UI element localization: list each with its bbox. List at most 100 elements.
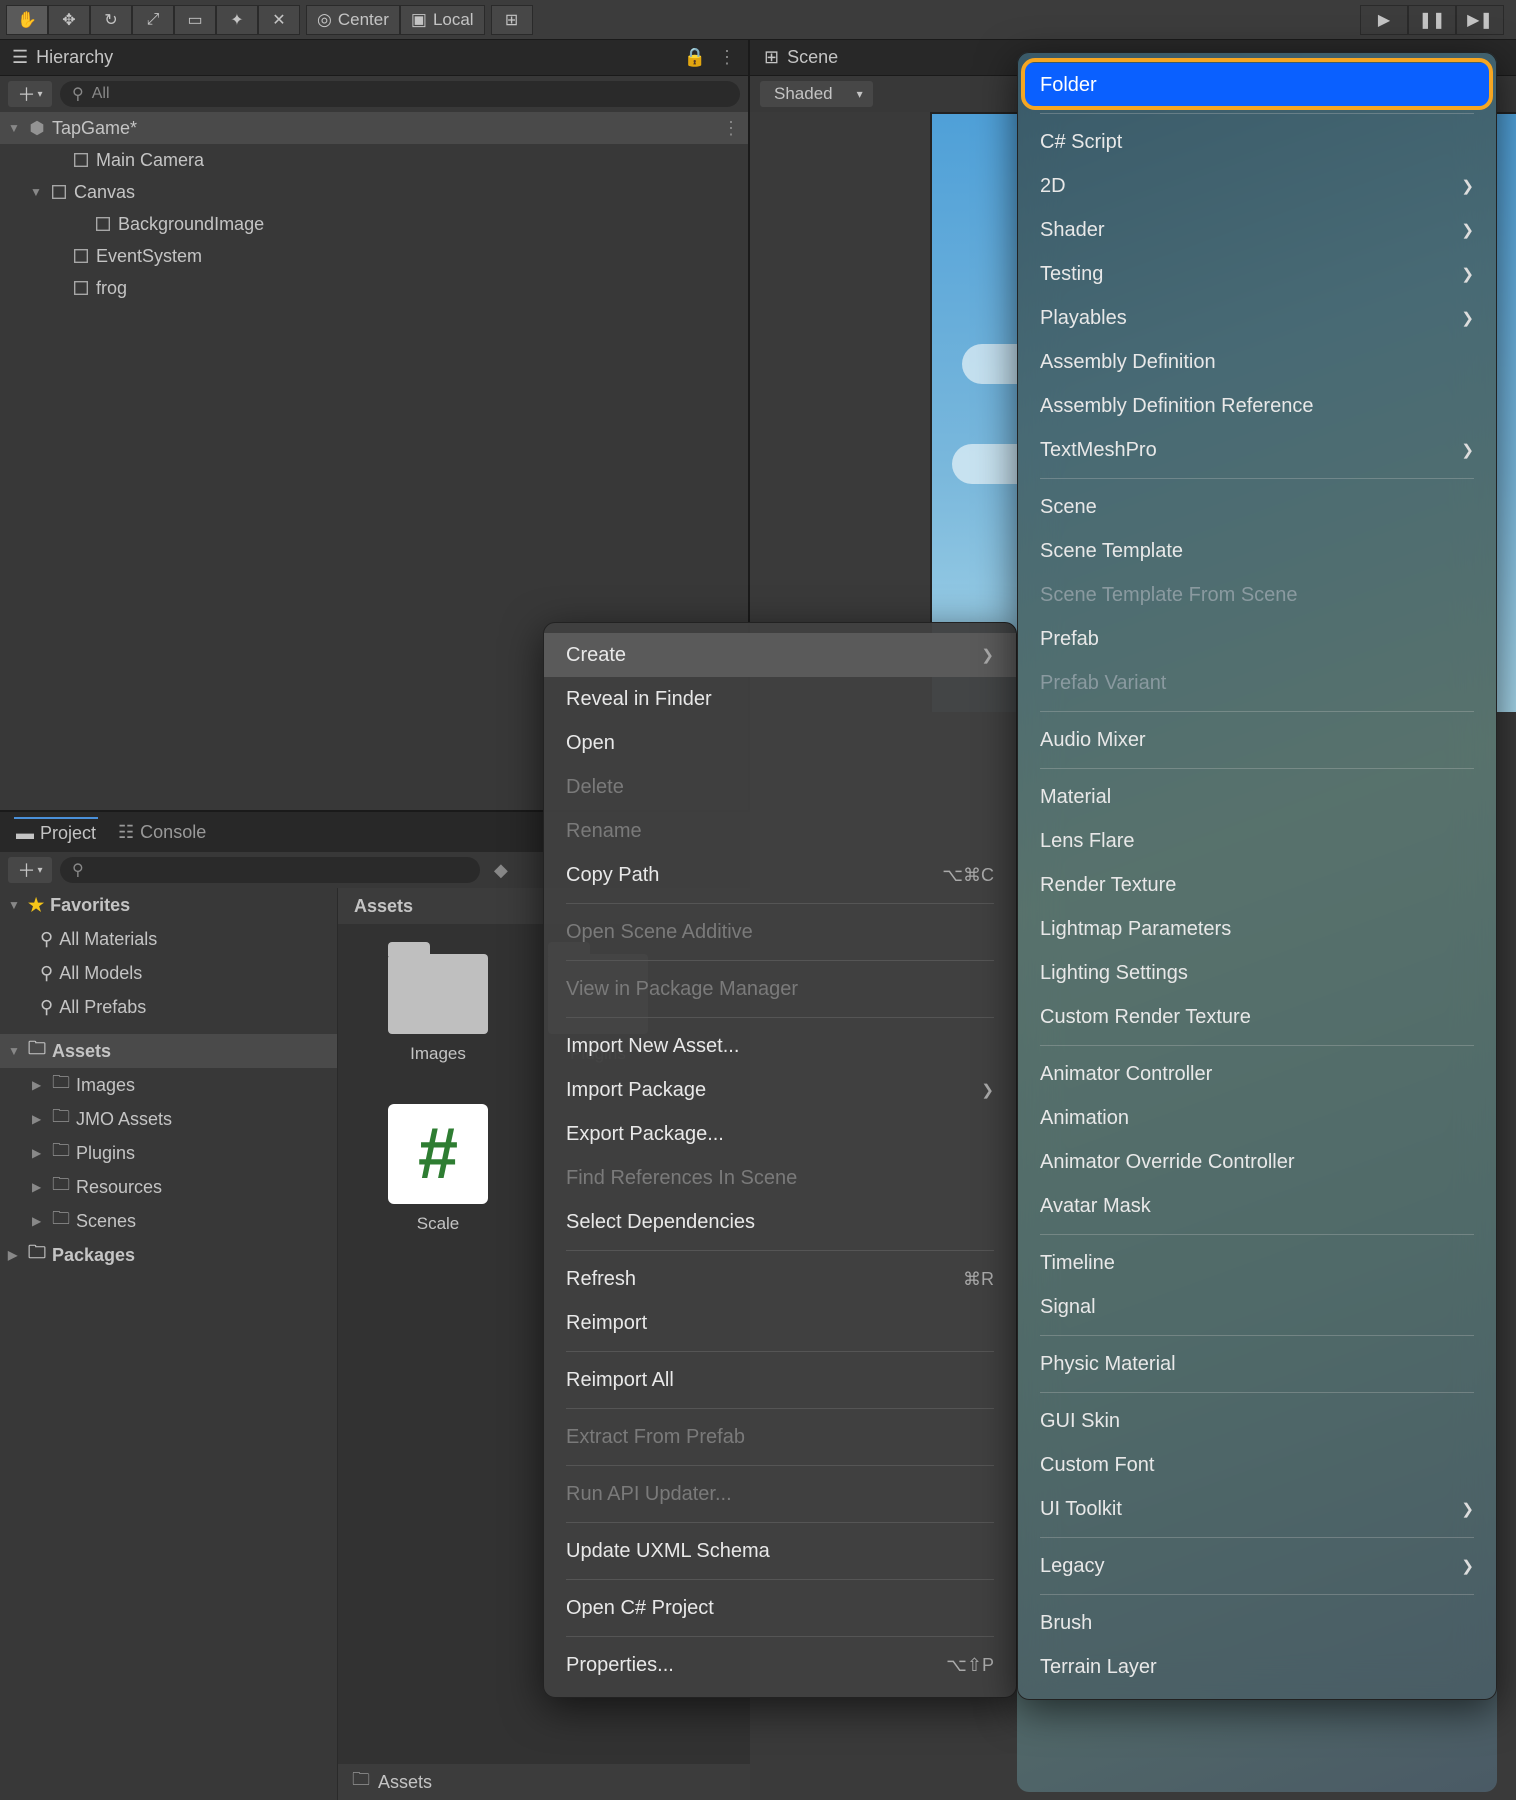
create-submenu-item[interactable]: Material	[1018, 775, 1496, 819]
shading-mode-dropdown[interactable]: Shaded	[760, 81, 873, 107]
context-menu-item[interactable]: Select Dependencies	[544, 1200, 1016, 1244]
rect-tool-button[interactable]: ▭	[174, 5, 216, 35]
create-submenu-item[interactable]: Timeline	[1018, 1241, 1496, 1285]
create-submenu-item[interactable]: GUI Skin	[1018, 1399, 1496, 1443]
create-submenu-item[interactable]: Terrain Layer	[1018, 1645, 1496, 1689]
sidebar-folder-item[interactable]: ▶🗀Images	[0, 1068, 337, 1102]
expand-toggle-icon[interactable]: ▶	[32, 1146, 46, 1160]
context-menu-item[interactable]: Properties...⌥⇧P	[544, 1643, 1016, 1687]
create-submenu-item[interactable]: Playables❯	[1018, 296, 1496, 340]
sidebar-folder-item[interactable]: ▶🗀Scenes	[0, 1204, 337, 1238]
context-menu-item[interactable]: Export Package...	[544, 1112, 1016, 1156]
create-submenu-item[interactable]: 2D❯	[1018, 164, 1496, 208]
create-submenu-item[interactable]: Signal	[1018, 1285, 1496, 1329]
create-submenu-item[interactable]: Shader❯	[1018, 208, 1496, 252]
create-submenu-item[interactable]: Custom Font	[1018, 1443, 1496, 1487]
expand-toggle-icon[interactable]: ▶	[32, 1214, 46, 1228]
create-submenu-item[interactable]: Physic Material	[1018, 1342, 1496, 1386]
create-submenu-item[interactable]: Testing❯	[1018, 252, 1496, 296]
scene-row[interactable]: ▼ TapGame* ⋮	[0, 112, 748, 144]
pivot-mode-toggle[interactable]: ◎ Center	[306, 5, 400, 35]
context-menu-item[interactable]: Reimport All	[544, 1358, 1016, 1402]
sidebar-favorite-item[interactable]: ⚲All Materials	[0, 922, 337, 956]
pivot-rotation-toggle[interactable]: ▣ Local	[400, 5, 485, 35]
sidebar-folder-item[interactable]: ▶🗀JMO Assets	[0, 1102, 337, 1136]
context-menu-item[interactable]: Open C# Project	[544, 1586, 1016, 1630]
create-submenu-item[interactable]: Assembly Definition	[1018, 340, 1496, 384]
sidebar-folder-item[interactable]: ▶🗀Plugins	[0, 1136, 337, 1170]
context-menu-item[interactable]: Copy Path⌥⌘C	[544, 853, 1016, 897]
grid-snap-button[interactable]: ⊞	[491, 5, 533, 35]
scale-tool-button[interactable]: ⤢	[132, 5, 174, 35]
create-submenu-item[interactable]: Lightmap Parameters	[1018, 907, 1496, 951]
create-submenu-item[interactable]: Lens Flare	[1018, 819, 1496, 863]
sidebar-favorites-header[interactable]: ▼★ Favorites	[0, 888, 337, 922]
play-button[interactable]: ▶	[1360, 5, 1408, 35]
create-submenu-item[interactable]: Audio Mixer	[1018, 718, 1496, 762]
project-create-button[interactable]: ＋▾	[8, 857, 52, 883]
custom-tool-button[interactable]: ✕	[258, 5, 300, 35]
create-submenu-item[interactable]: Animator Override Controller	[1018, 1140, 1496, 1184]
hierarchy-item[interactable]: EventSystem	[0, 240, 748, 272]
context-menu-item[interactable]: Open	[544, 721, 1016, 765]
create-submenu-item[interactable]: Animator Controller	[1018, 1052, 1496, 1096]
context-menu-item[interactable]: Create❯	[544, 633, 1016, 677]
expand-toggle-icon[interactable]: ▶	[32, 1180, 46, 1194]
create-submenu-item[interactable]: Legacy❯	[1018, 1544, 1496, 1588]
hierarchy-item[interactable]: Main Camera	[0, 144, 748, 176]
rotate-tool-button[interactable]: ↻	[90, 5, 132, 35]
panel-menu-icon[interactable]: ⋮	[718, 47, 736, 68]
context-menu-item[interactable]: Reimport	[544, 1301, 1016, 1345]
create-submenu-item[interactable]: Render Texture	[1018, 863, 1496, 907]
create-submenu-item[interactable]: Brush	[1018, 1601, 1496, 1645]
pause-button[interactable]: ❚❚	[1408, 5, 1456, 35]
expand-toggle-icon[interactable]: ▶	[32, 1112, 46, 1126]
scene-menu-icon[interactable]: ⋮	[722, 118, 740, 139]
sidebar-favorite-item[interactable]: ⚲All Prefabs	[0, 990, 337, 1024]
create-dropdown-button[interactable]: ＋▾	[8, 81, 52, 107]
create-submenu-item[interactable]: Lighting Settings	[1018, 951, 1496, 995]
create-submenu-item[interactable]: TextMeshPro❯	[1018, 428, 1496, 472]
project-breadcrumb[interactable]: 🗀 Assets	[338, 1764, 750, 1800]
create-submenu-item[interactable]: Scene Template	[1018, 529, 1496, 573]
create-submenu-item[interactable]: C# Script	[1018, 120, 1496, 164]
asset-item[interactable]: Images	[378, 954, 498, 1064]
context-menu-item[interactable]: Import Package❯	[544, 1068, 1016, 1112]
tab-console[interactable]: ☷ Console	[116, 818, 208, 847]
create-submenu-item[interactable]: Scene	[1018, 485, 1496, 529]
create-submenu-item[interactable]: Folder	[1024, 63, 1490, 107]
context-menu-item[interactable]: Reveal in Finder	[544, 677, 1016, 721]
asset-item[interactable]: #Scale	[378, 1104, 498, 1234]
hierarchy-item[interactable]: BackgroundImage	[0, 208, 748, 240]
transform-tool-button[interactable]: ✦	[216, 5, 258, 35]
create-submenu-item[interactable]: Assembly Definition Reference	[1018, 384, 1496, 428]
sidebar-favorite-item[interactable]: ⚲All Models	[0, 956, 337, 990]
create-submenu-item[interactable]: Animation	[1018, 1096, 1496, 1140]
hand-tool-button[interactable]: ✋	[6, 5, 48, 35]
hierarchy-search-input[interactable]: ⚲ All	[60, 81, 740, 107]
context-menu-item[interactable]: Import New Asset...	[544, 1024, 1016, 1068]
project-search-input[interactable]: ⚲	[60, 857, 480, 883]
expand-toggle-icon[interactable]: ▶	[32, 1078, 46, 1092]
hierarchy-tab[interactable]: ☰ Hierarchy 🔒 ⋮	[0, 40, 748, 76]
hierarchy-item[interactable]: ▼Canvas	[0, 176, 748, 208]
filter-icon[interactable]: ◆	[494, 860, 508, 881]
expand-toggle-icon[interactable]: ▼	[8, 121, 22, 135]
expand-toggle-icon[interactable]: ▼	[30, 185, 44, 199]
sidebar-folder-item[interactable]: ▶🗀Resources	[0, 1170, 337, 1204]
menu-item-label: C# Script	[1040, 131, 1122, 154]
sidebar-assets-header[interactable]: ▼🗀 Assets	[0, 1034, 337, 1068]
create-submenu-item[interactable]: Avatar Mask	[1018, 1184, 1496, 1228]
hierarchy-item[interactable]: frog	[0, 272, 748, 304]
tab-project[interactable]: ▬ Project	[14, 817, 98, 848]
context-menu-item[interactable]: Update UXML Schema	[544, 1529, 1016, 1573]
create-submenu-item[interactable]: UI Toolkit❯	[1018, 1487, 1496, 1531]
lock-icon[interactable]: 🔒	[684, 47, 706, 68]
create-submenu-item[interactable]: Custom Render Texture	[1018, 995, 1496, 1039]
sidebar-packages-header[interactable]: ▶🗀 Packages	[0, 1238, 337, 1272]
menu-item-label: Brush	[1040, 1612, 1092, 1635]
create-submenu-item[interactable]: Prefab	[1018, 617, 1496, 661]
step-button[interactable]: ▶❚	[1456, 5, 1504, 35]
move-tool-button[interactable]: ✥	[48, 5, 90, 35]
context-menu-item[interactable]: Refresh⌘R	[544, 1257, 1016, 1301]
